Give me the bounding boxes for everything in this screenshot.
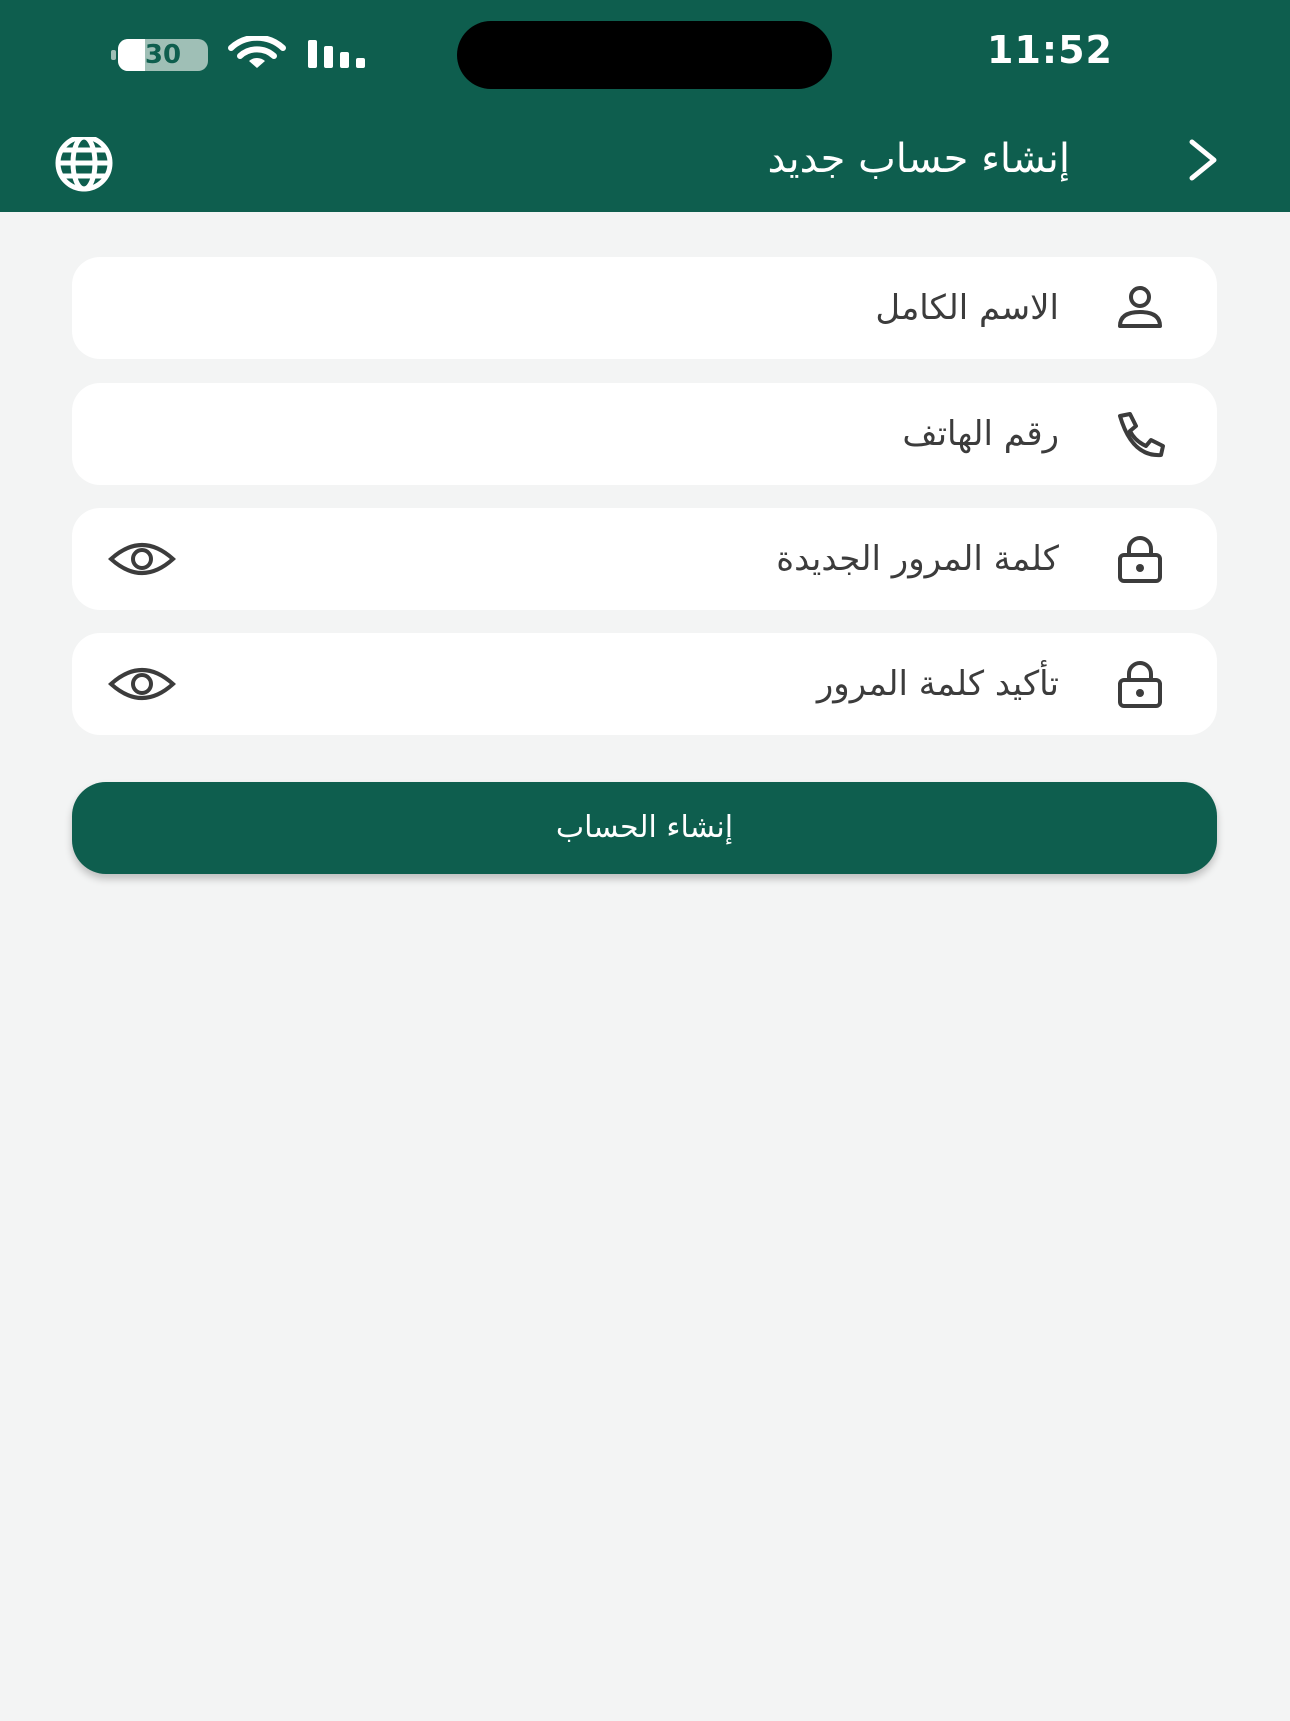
user-icon [1118, 286, 1162, 328]
confirm-password-field[interactable]: تأكيد كلمة المرور [72, 633, 1217, 735]
toggle-confirm-password-visibility[interactable] [108, 662, 176, 706]
language-button[interactable] [52, 137, 116, 201]
globe-icon [55, 137, 113, 192]
screen: 30 11:52 إنشاء حساب جديد الاسم الكامل رق… [0, 0, 1290, 1721]
cellular-signal-icon [308, 40, 365, 68]
new-password-field[interactable]: كلمة المرور الجديدة [72, 508, 1217, 610]
lock-icon [1118, 661, 1162, 708]
create-account-button[interactable]: إنشاء الحساب [72, 782, 1217, 874]
eye-icon [108, 543, 176, 575]
wifi-icon [228, 36, 286, 68]
full-name-placeholder: الاسم الكامل [875, 288, 1059, 328]
new-password-placeholder: كلمة المرور الجديدة [776, 539, 1059, 579]
lock-icon [1118, 536, 1162, 583]
eye-icon [108, 668, 176, 700]
toggle-password-visibility[interactable] [108, 537, 176, 581]
back-button[interactable] [1180, 136, 1228, 184]
phone-field[interactable]: رقم الهاتف [72, 383, 1217, 485]
battery-indicator: 30 [118, 39, 208, 71]
app-header: 30 11:52 إنشاء حساب جديد [0, 0, 1290, 212]
chevron-right-icon [1189, 139, 1217, 181]
full-name-field[interactable]: الاسم الكامل [72, 257, 1217, 359]
battery-level-text: 30 [144, 40, 182, 70]
battery-nub [111, 50, 116, 60]
confirm-password-placeholder: تأكيد كلمة المرور [816, 664, 1059, 704]
status-time: 11:52 [987, 28, 1113, 72]
dynamic-island [457, 21, 832, 89]
phone-placeholder: رقم الهاتف [902, 414, 1059, 454]
page-title: إنشاء حساب جديد [767, 136, 1070, 182]
phone-icon [1118, 412, 1165, 458]
